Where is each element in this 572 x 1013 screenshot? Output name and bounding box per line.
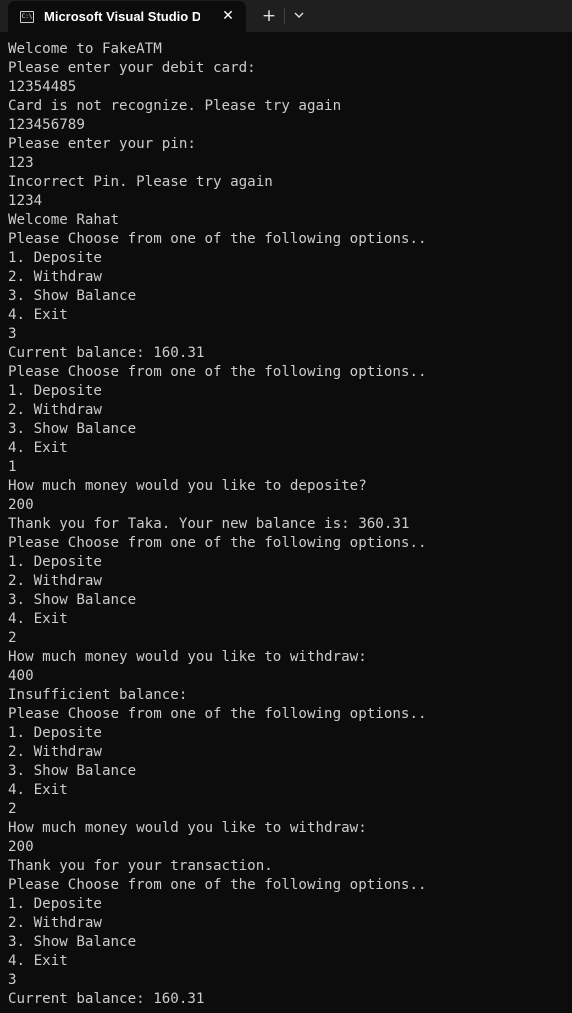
console-line: 1. Deposite <box>8 896 102 912</box>
console-line: 2. Withdraw <box>8 269 102 285</box>
console-line: 1. Deposite <box>8 250 102 266</box>
console-line: 4. Exit <box>8 782 68 798</box>
console-line: Please Choose from one of the following … <box>8 231 427 247</box>
console-line: How much money would you like to withdra… <box>8 649 367 665</box>
console-line: 1. Deposite <box>8 383 102 399</box>
console-line: 4. Exit <box>8 611 68 627</box>
console-line: 3. Show Balance <box>8 421 137 437</box>
console-line: 123456789 <box>8 117 85 133</box>
console-line: 2 <box>8 630 17 646</box>
console-line: Insufficient balance: <box>8 687 188 703</box>
console-line: 200 <box>8 497 34 513</box>
console-line: 2. Withdraw <box>8 744 102 760</box>
console-line: Incorrect Pin. Please try again <box>8 174 273 190</box>
tab-debug-console[interactable]: C:\ Microsoft Visual Studio Debug Consol… <box>8 1 246 32</box>
console-line: Please Choose from one of the following … <box>8 364 427 380</box>
console-line: 400 <box>8 668 34 684</box>
console-line: 200 <box>8 839 34 855</box>
console-line: 1. Deposite <box>8 554 102 570</box>
console-line: Current balance: 160.31 <box>8 991 205 1007</box>
console-line: Please Choose from one of the following … <box>8 706 427 722</box>
console-line: 4. Exit <box>8 440 68 456</box>
console-line: 3 <box>8 972 17 988</box>
console-line: Please enter your pin: <box>8 136 196 152</box>
close-icon[interactable]: ✕ <box>220 8 236 24</box>
tab-divider <box>284 8 285 24</box>
console-line: Please Choose from one of the following … <box>8 535 427 551</box>
console-line: 4. Exit <box>8 307 68 323</box>
console-line: 12354485 <box>8 79 77 95</box>
console-line: Please Choose from one of the following … <box>8 877 427 893</box>
console-output[interactable]: Welcome to FakeATM Please enter your debi… <box>8 40 572 1009</box>
console-line: 3. Show Balance <box>8 934 137 950</box>
new-tab-button[interactable]: + <box>259 6 279 26</box>
console-line: 1234 <box>8 193 43 209</box>
console-line: Please enter your debit card: <box>8 60 256 76</box>
console-line: 2. Withdraw <box>8 915 102 931</box>
console-line: 123 <box>8 155 34 171</box>
console-line: 3. Show Balance <box>8 592 137 608</box>
console-line: 3 <box>8 326 17 342</box>
title-bar: C:\ Microsoft Visual Studio Debug Consol… <box>0 0 572 32</box>
console-line: Welcome Rahat <box>8 212 120 228</box>
console-line: 2 <box>8 801 17 817</box>
console-line: 3. Show Balance <box>8 763 137 779</box>
console-line: Current balance: 160.31 <box>8 345 205 361</box>
console-line: Thank you for your transaction. <box>8 858 273 874</box>
console-line: 4. Exit <box>8 953 68 969</box>
console-line: How much money would you like to withdra… <box>8 820 367 836</box>
console-line: 3. Show Balance <box>8 288 137 304</box>
console-line: Welcome to FakeATM <box>8 41 162 57</box>
console-line: 1. Deposite <box>8 725 102 741</box>
console-line: 1 <box>8 459 17 475</box>
console-line: How much money would you like to deposit… <box>8 478 367 494</box>
terminal-window: C:\ Microsoft Visual Studio Debug Consol… <box>0 0 572 1013</box>
console-line: Card is not recognize. Please try again <box>8 98 342 114</box>
tab-title: Microsoft Visual Studio Debug Console <box>44 9 200 24</box>
console-line: 2. Withdraw <box>8 573 102 589</box>
chevron-down-icon[interactable] <box>289 6 309 26</box>
console-line: 2. Withdraw <box>8 402 102 418</box>
console-line: Thank you for Taka. Your new balance is:… <box>8 516 410 532</box>
console-icon: C:\ <box>20 10 34 23</box>
